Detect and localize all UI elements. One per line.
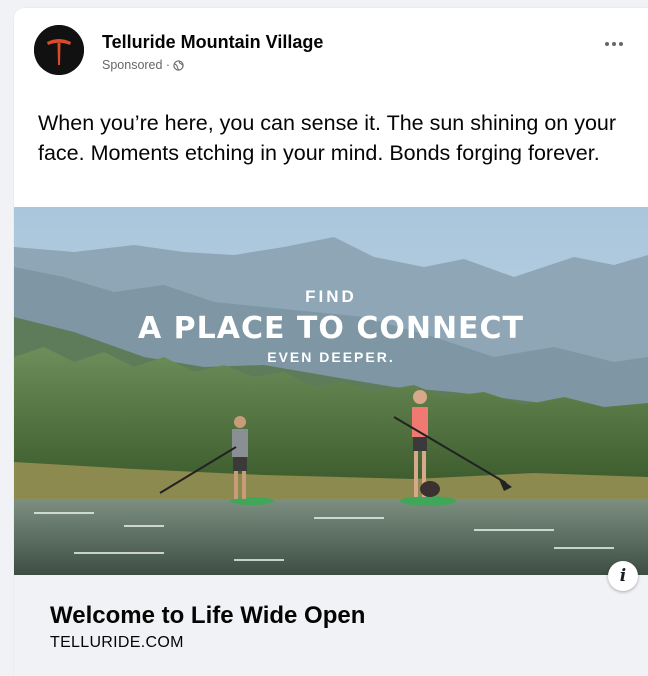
telluride-logo-icon <box>34 25 84 75</box>
sponsored-post-card: Telluride Mountain Village Sponsored · W… <box>14 8 648 676</box>
link-domain: TELLURIDE.COM <box>50 634 184 651</box>
post-caption: When you’re here, you can sense it. The … <box>38 111 617 165</box>
link-preview[interactable]: Welcome to Life Wide Open TELLURIDE.COM <box>14 575 648 676</box>
page-name-link[interactable]: Telluride Mountain Village <box>102 32 323 53</box>
globe-icon <box>173 59 184 71</box>
lake-paddleboard-photo <box>14 207 648 575</box>
dot <box>619 42 623 46</box>
link-title[interactable]: Welcome to Life Wide Open <box>50 602 365 630</box>
sponsored-label[interactable]: Sponsored · <box>102 58 170 72</box>
overlay-line-2: A PLACE TO CONNECT <box>137 311 525 346</box>
overlay-line-1: FIND <box>305 287 357 306</box>
dot <box>612 42 616 46</box>
ad-image[interactable]: FIND A PLACE TO CONNECT EVEN DEEPER. <box>14 207 648 575</box>
post-meta: Sponsored · <box>102 58 184 72</box>
more-options-button[interactable] <box>600 34 628 54</box>
page-avatar[interactable] <box>34 25 84 75</box>
overlay-line-3: EVEN DEEPER. <box>267 349 395 365</box>
dot <box>605 42 609 46</box>
post-header: Telluride Mountain Village Sponsored · <box>14 8 648 88</box>
info-icon[interactable]: i <box>608 561 638 591</box>
